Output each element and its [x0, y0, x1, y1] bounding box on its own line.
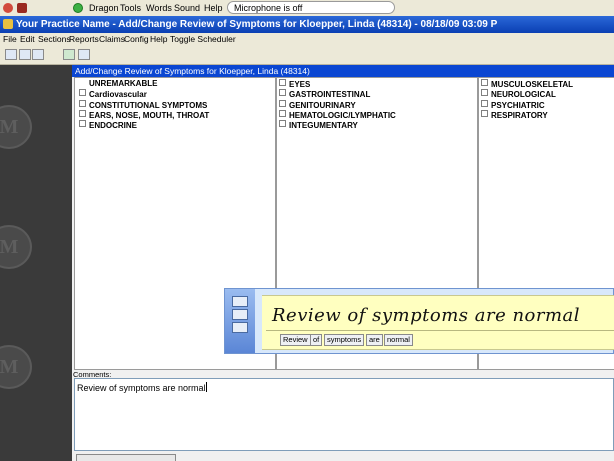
category-genitourinary[interactable]: GENITOURINARY — [279, 99, 477, 110]
microphone-status-field: Microphone is off — [227, 1, 395, 14]
expand-icon[interactable] — [481, 99, 488, 107]
expand-icon[interactable] — [79, 99, 86, 107]
expand-icon[interactable] — [79, 120, 86, 128]
practice-logo-icon: M — [0, 105, 32, 149]
menu-edit[interactable]: Edit — [20, 34, 35, 44]
text-cursor — [205, 382, 207, 392]
dragon-toolbar: Dragon Tools Words Sound Help Microphone… — [0, 0, 614, 17]
category-gastrointestinal[interactable]: GASTROINTESTINAL — [279, 89, 477, 99]
character-mode-icon[interactable] — [232, 322, 248, 333]
expand-icon[interactable] — [79, 89, 86, 97]
dialog-title: Add/Change Review of Symptoms for Kloepp… — [72, 65, 614, 77]
keyboard-mode-icon[interactable] — [232, 296, 248, 307]
handwriting-mode-icon[interactable] — [232, 309, 248, 320]
dragon-head-icon[interactable] — [17, 3, 27, 13]
toolbar-save-icon[interactable] — [63, 49, 75, 60]
handwriting-ink: Review of symptoms are normal — [272, 305, 581, 326]
window-title-bar: Your Practice Name - Add/Change Review o… — [0, 16, 614, 33]
recognized-word-chip[interactable]: are — [366, 334, 383, 346]
category-hematologic[interactable]: HEMATOLOGIC/LYMPHATIC — [279, 109, 477, 120]
menu-config[interactable]: Config — [124, 34, 149, 44]
writing-baseline — [266, 330, 614, 331]
menu-file[interactable]: File — [3, 34, 17, 44]
left-panel: M M M — [0, 65, 72, 461]
expand-icon[interactable] — [279, 89, 286, 97]
microphone-status-icon[interactable] — [73, 3, 83, 13]
category-eyes[interactable]: EYES — [279, 79, 477, 89]
category-integumentary[interactable]: INTEGUMENTARY — [279, 120, 477, 130]
category-musculoskeletal[interactable]: MUSCULOSKELETAL — [481, 79, 614, 89]
dragon-menu-help[interactable]: Help — [204, 3, 223, 13]
dragon-menu-tools[interactable]: Tools — [120, 3, 141, 13]
window-title: Your Practice Name - Add/Change Review o… — [16, 19, 498, 30]
dialog-button[interactable] — [76, 454, 176, 461]
category-respiratory[interactable]: RESPIRATORY — [481, 109, 614, 120]
toolbar-copy-icon[interactable] — [78, 49, 90, 60]
recognized-word-chip[interactable]: Review — [280, 334, 311, 346]
category-ent[interactable]: EARS, NOSE, MOUTH, THROAT — [79, 109, 275, 120]
category-endocrine[interactable]: ENDOCRINE — [79, 120, 275, 130]
recognized-word-chip[interactable]: symptoms — [324, 334, 365, 346]
expand-icon[interactable] — [279, 109, 286, 117]
expand-icon[interactable] — [481, 109, 488, 117]
dragon-logo-icon[interactable] — [3, 3, 13, 13]
menu-sections[interactable]: Sections — [38, 34, 71, 44]
comments-textarea[interactable]: Review of symptoms are normal — [74, 378, 614, 451]
comments-text: Review of symptoms are normal — [77, 383, 206, 393]
dragon-menu-words[interactable]: Words — [146, 3, 172, 13]
toolbar-new-icon[interactable] — [5, 49, 17, 60]
menu-help[interactable]: Help — [150, 34, 167, 44]
toolbar-open-icon[interactable] — [19, 49, 31, 60]
expand-icon[interactable] — [279, 99, 286, 107]
category-unremarkable[interactable]: UNREMARKABLE — [79, 79, 275, 89]
app-icon — [3, 19, 13, 29]
expand-icon[interactable] — [279, 79, 286, 86]
dragon-menu-dragon[interactable]: Dragon — [89, 3, 119, 13]
expand-icon[interactable] — [279, 120, 286, 128]
category-constitutional[interactable]: CONSTITUTIONAL SYMPTOMS — [79, 99, 275, 110]
category-psychiatric[interactable]: PSYCHIATRIC — [481, 99, 614, 110]
menu-claims[interactable]: Claims — [99, 34, 125, 44]
toolbar-print-icon[interactable] — [32, 49, 44, 60]
menu-bar: File Edit Sections Reports Claims Config… — [0, 33, 614, 46]
category-neurological[interactable]: NEUROLOGICAL — [481, 89, 614, 99]
menu-reports[interactable]: Reports — [69, 34, 99, 44]
recognized-word-chip[interactable]: of — [310, 334, 323, 346]
practice-logo-icon: M — [0, 345, 32, 389]
recognized-word-chip[interactable]: normal — [384, 334, 413, 346]
practice-logo-icon: M — [0, 225, 32, 269]
toolbar — [0, 46, 614, 65]
expand-icon[interactable] — [481, 89, 488, 97]
menu-toggle-scheduler[interactable]: Toggle Scheduler — [170, 34, 236, 44]
expand-icon[interactable] — [481, 79, 488, 86]
category-cardiovascular[interactable]: Cardiovascular — [79, 89, 275, 99]
dragon-menu-sound[interactable]: Sound — [174, 3, 200, 13]
expand-icon[interactable] — [79, 109, 86, 117]
